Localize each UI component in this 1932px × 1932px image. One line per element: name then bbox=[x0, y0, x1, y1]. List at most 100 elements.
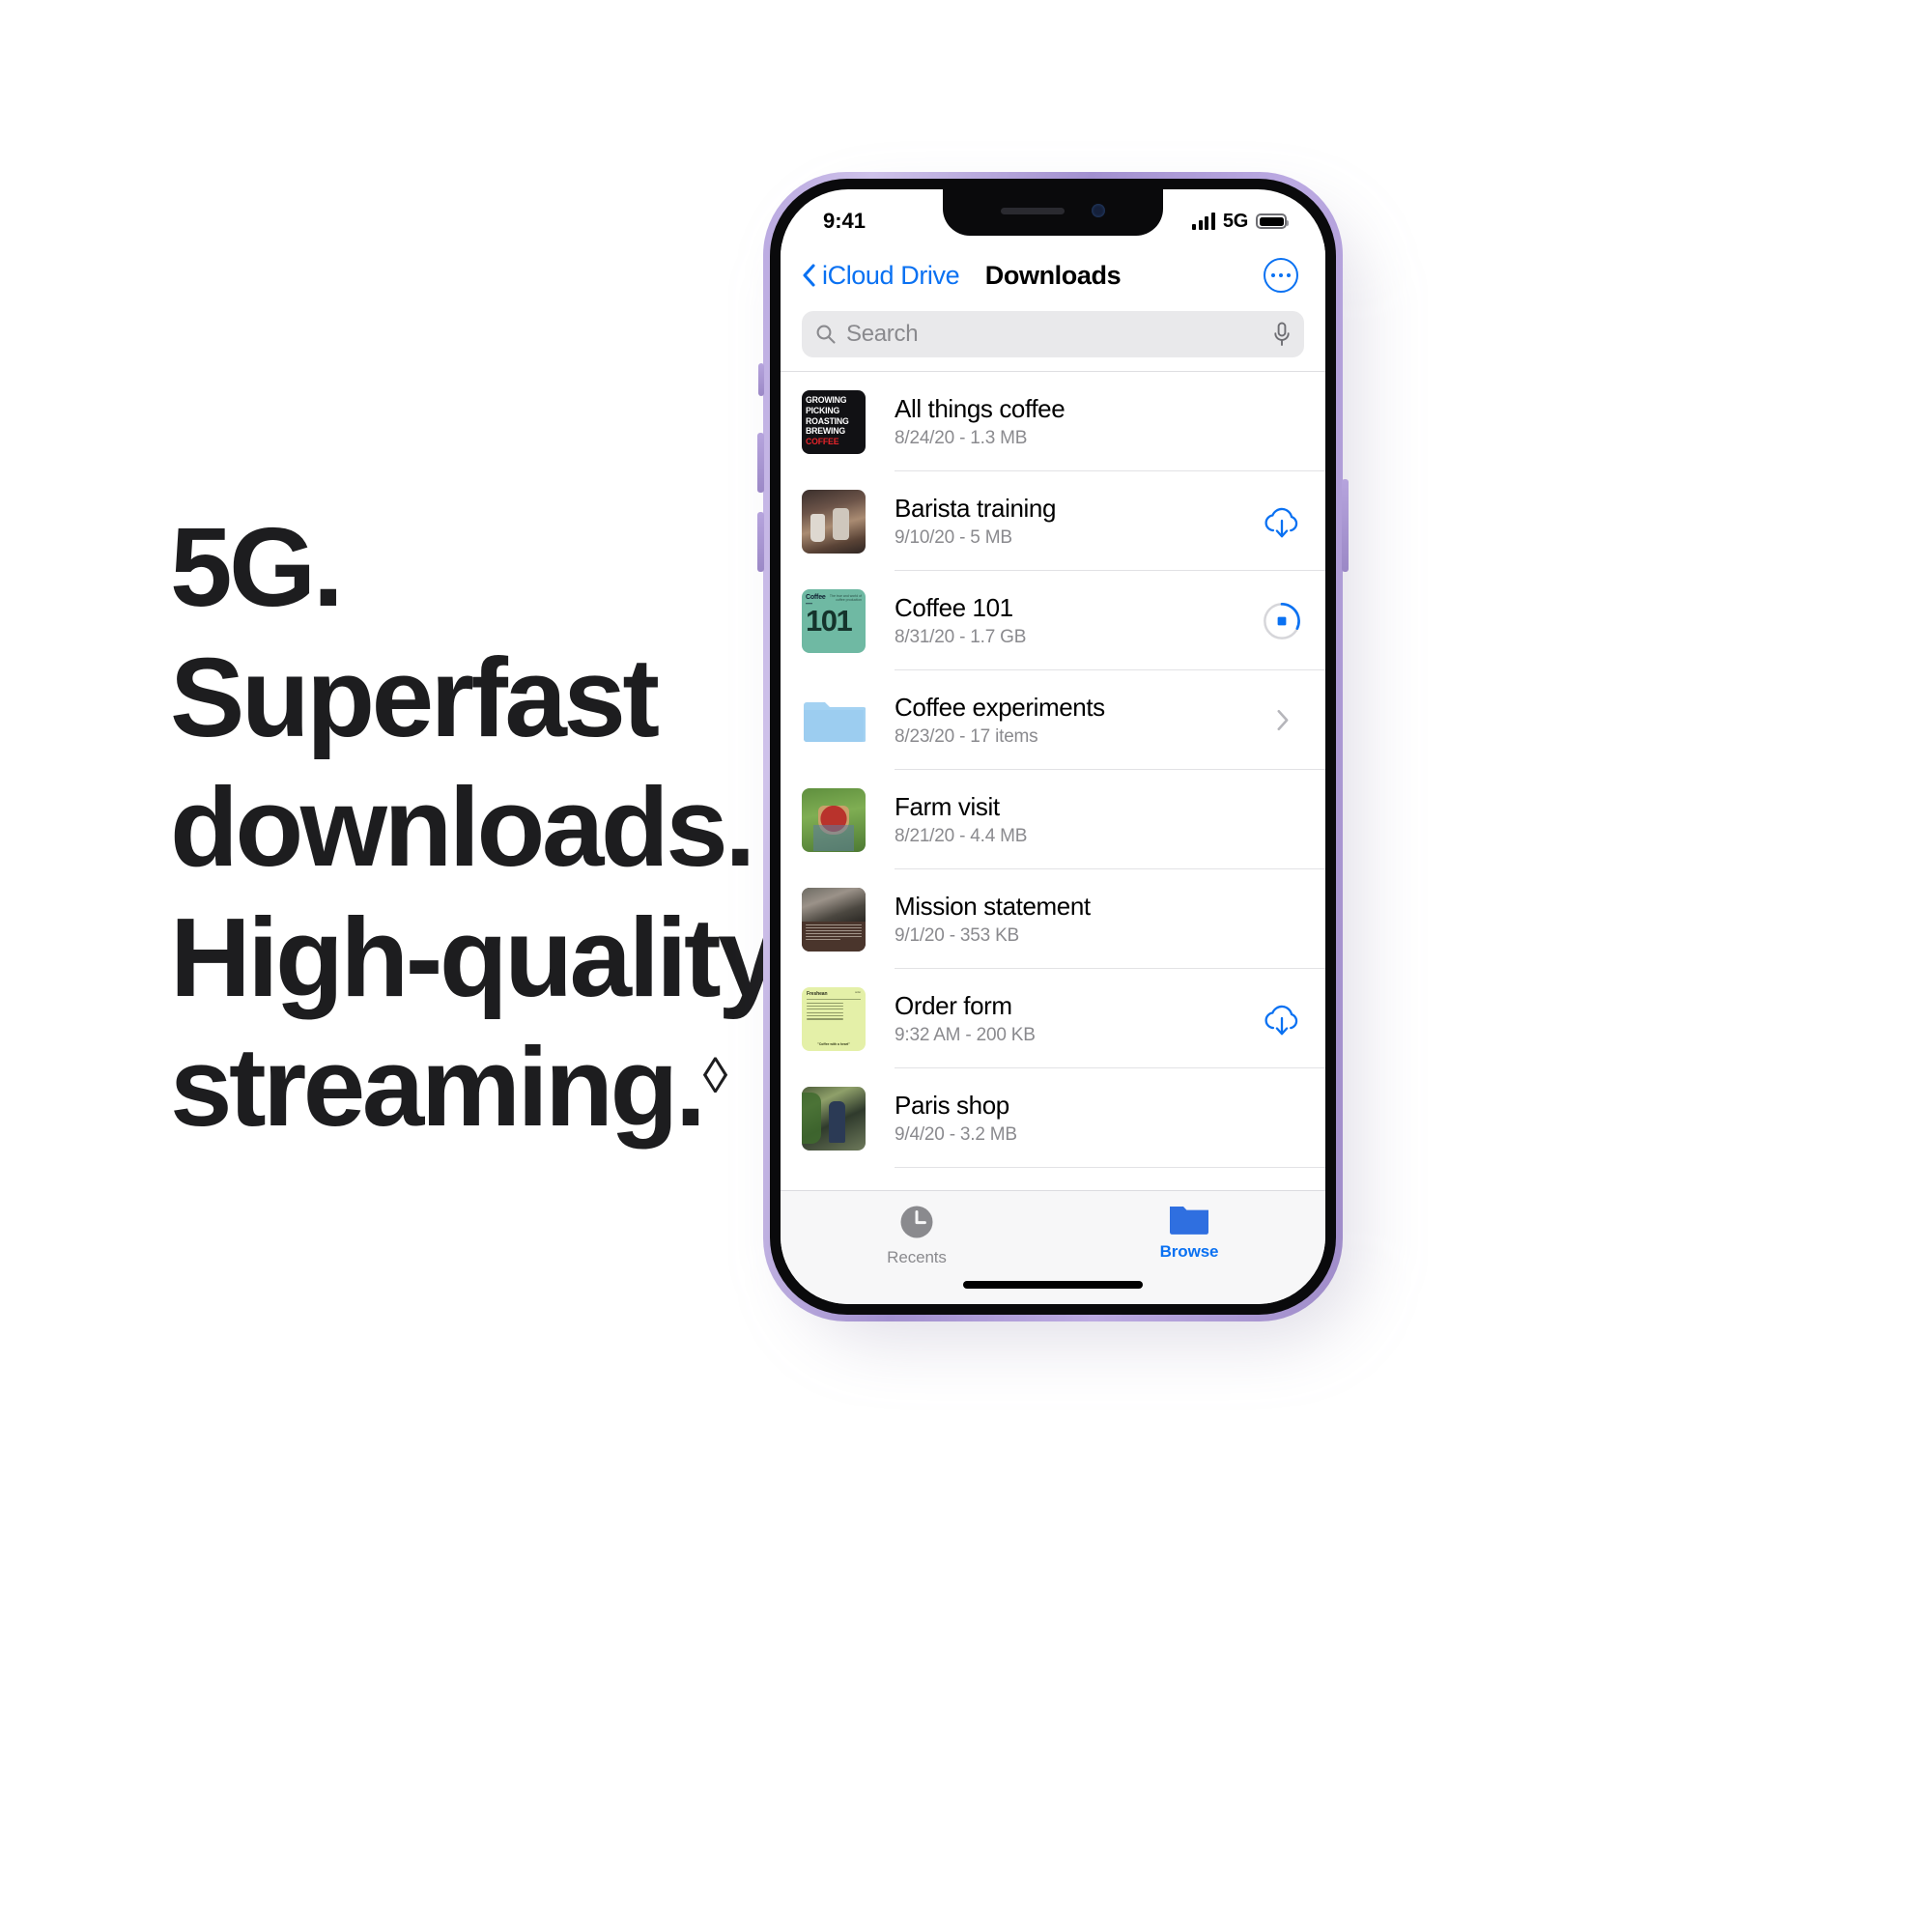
list-item[interactable]: Coffee — The true and world of coffee pr… bbox=[781, 571, 1325, 670]
file-name: Mission statement bbox=[895, 891, 1091, 921]
chevron-right-icon[interactable] bbox=[1276, 709, 1289, 731]
magnifier-icon bbox=[816, 325, 836, 344]
thumb-line: BREWING bbox=[806, 426, 845, 438]
status-indicators: 5G bbox=[1192, 210, 1289, 233]
page-title: Downloads bbox=[984, 260, 1122, 290]
thumbnail-photo-barista bbox=[802, 489, 866, 554]
thumbnail-photo-farm-basket bbox=[802, 787, 866, 852]
volume-up-button[interactable] bbox=[757, 433, 764, 493]
list-item[interactable]: Paris shop 9/4/20 - 3.2 MB bbox=[781, 1068, 1325, 1168]
thumbnail-doc-mission bbox=[802, 887, 866, 952]
search-input[interactable]: Search bbox=[802, 311, 1304, 357]
power-button[interactable] bbox=[1342, 479, 1349, 572]
list-item[interactable]: Mission statement 9/1/20 - 353 KB bbox=[781, 869, 1325, 969]
network-type-label: 5G bbox=[1222, 210, 1248, 232]
iphone-mockup: 9:41 5G iCloud Drive Downloads Search GR… bbox=[757, 172, 1358, 1341]
file-meta: 9:32 AM - 200 KB bbox=[895, 1025, 1036, 1046]
list-item[interactable]: Barista training 9/10/20 - 5 MB bbox=[781, 471, 1325, 571]
file-list[interactable]: GROWING PICKING ROASTING BREWING COFFEE … bbox=[781, 371, 1325, 1190]
file-meta: 8/24/20 - 1.3 MB bbox=[895, 428, 1028, 449]
file-meta: 9/1/20 - 353 KB bbox=[895, 925, 1020, 947]
search-placeholder: Search bbox=[846, 321, 919, 347]
thumbnail-cover-coffee-101: Coffee — The true and world of coffee pr… bbox=[802, 588, 866, 653]
thumb-line: The true and world of coffee production bbox=[829, 593, 862, 602]
list-item[interactable]: GROWING PICKING ROASTING BREWING COFFEE … bbox=[781, 372, 1325, 471]
thumb-line: GROWING bbox=[806, 394, 847, 406]
thumbnail-folder-icon bbox=[802, 1186, 866, 1191]
folder-icon bbox=[802, 1186, 866, 1191]
cloud-download-icon[interactable] bbox=[1262, 501, 1302, 542]
folder-icon bbox=[804, 701, 866, 742]
thumb-line: ROASTING bbox=[806, 415, 849, 427]
row-accessory[interactable] bbox=[1246, 709, 1318, 731]
phone-screen: 9:41 5G iCloud Drive Downloads Search GR… bbox=[781, 189, 1325, 1304]
list-item-text: Coffee experiments 8/23/20 - 17 items bbox=[895, 693, 1246, 749]
microphone-icon[interactable] bbox=[1273, 322, 1291, 347]
thumbnail-photo-paris-shop bbox=[802, 1086, 866, 1151]
file-meta: 9/4/20 - 3.2 MB bbox=[895, 1124, 1017, 1146]
status-bar: 9:41 5G bbox=[781, 189, 1325, 243]
file-name: Farm visit bbox=[895, 791, 1000, 821]
search-area: Search bbox=[781, 307, 1325, 371]
list-item-text: Order form 9:32 AM - 200 KB bbox=[895, 991, 1246, 1047]
thumb-photo bbox=[802, 887, 866, 923]
file-name: Paris shop bbox=[895, 1090, 1009, 1120]
ellipsis-dot bbox=[1270, 272, 1276, 278]
tab-recents[interactable]: Recents bbox=[781, 1203, 1053, 1267]
thumb-line: PICKING bbox=[806, 405, 840, 416]
list-item-text: Farm visit 8/21/20 - 4.4 MB bbox=[895, 792, 1246, 848]
cloud-download-icon[interactable] bbox=[1262, 999, 1302, 1039]
row-accessory[interactable] bbox=[1246, 601, 1318, 641]
phone-frame: 9:41 5G iCloud Drive Downloads Search GR… bbox=[757, 172, 1349, 1321]
home-indicator[interactable] bbox=[963, 1281, 1143, 1289]
thumbnail-poster-coffee-words: GROWING PICKING ROASTING BREWING COFFEE bbox=[802, 389, 866, 454]
file-meta: 8/31/20 - 1.7 GB bbox=[895, 627, 1027, 648]
navigation-bar: iCloud Drive Downloads bbox=[781, 243, 1325, 307]
list-item-text: All things coffee 8/24/20 - 1.3 MB bbox=[895, 394, 1246, 450]
status-time: 9:41 bbox=[823, 209, 867, 233]
folder-icon bbox=[1170, 1207, 1208, 1235]
file-name: Order form bbox=[895, 990, 1012, 1020]
thumb-footer: "Coffee with a heart" bbox=[817, 1041, 850, 1046]
more-options-button[interactable] bbox=[1264, 258, 1298, 293]
thumbnail-folder-icon bbox=[802, 689, 866, 753]
battery-full-icon bbox=[1256, 213, 1289, 229]
file-name: Coffee experiments bbox=[895, 692, 1105, 722]
file-name: Barista training bbox=[895, 493, 1057, 523]
row-accessory[interactable] bbox=[1246, 999, 1318, 1039]
thumbnail-doc-order-form: Freshean order "Coffee with a heart" bbox=[802, 986, 866, 1051]
list-item[interactable]: Farm visit 8/21/20 - 4.4 MB bbox=[781, 770, 1325, 869]
list-item-text: Barista training 9/10/20 - 5 MB bbox=[895, 494, 1246, 550]
list-item[interactable]: Tasting & events 9/3/20 - 11 items bbox=[781, 1168, 1325, 1191]
thumb-textlines bbox=[802, 922, 866, 952]
thumb-line: Freshean bbox=[807, 990, 828, 997]
thumb-line: COFFEE bbox=[806, 437, 839, 448]
phone-bezel: 9:41 5G iCloud Drive Downloads Search GR… bbox=[770, 179, 1336, 1315]
list-item[interactable]: Freshean order "Coffee with a heart" Orde… bbox=[781, 969, 1325, 1068]
file-name: All things coffee bbox=[895, 393, 1065, 423]
list-item-text: Coffee 101 8/31/20 - 1.7 GB bbox=[895, 593, 1246, 649]
mute-switch[interactable] bbox=[758, 363, 764, 396]
list-item-text: Paris shop 9/4/20 - 3.2 MB bbox=[895, 1091, 1246, 1147]
volume-down-button[interactable] bbox=[757, 512, 764, 572]
footnote-marker-icon: ◊ bbox=[702, 1048, 728, 1105]
download-progress-stop-icon[interactable] bbox=[1262, 601, 1302, 641]
thumb-line: 101 bbox=[806, 603, 853, 638]
file-meta: 9/10/20 - 5 MB bbox=[895, 527, 1012, 549]
list-item-text: Mission statement 9/1/20 - 353 KB bbox=[895, 892, 1246, 948]
chevron-left-icon bbox=[803, 264, 815, 287]
headline-line-5-text: streaming. bbox=[170, 1024, 706, 1151]
tab-browse-label: Browse bbox=[1159, 1242, 1219, 1261]
back-button[interactable]: iCloud Drive bbox=[802, 260, 960, 291]
file-meta: 8/21/20 - 4.4 MB bbox=[895, 826, 1028, 847]
tab-browse[interactable]: Browse bbox=[1053, 1203, 1325, 1262]
list-item[interactable]: Coffee experiments 8/23/20 - 17 items bbox=[781, 670, 1325, 770]
cellular-bars-icon bbox=[1192, 213, 1215, 230]
row-accessory[interactable] bbox=[1246, 501, 1318, 542]
thumb-rows bbox=[807, 1000, 861, 1042]
thumb-header: Freshean order bbox=[807, 991, 861, 1000]
file-name: Coffee 101 bbox=[895, 592, 1013, 622]
file-meta: 8/23/20 - 17 items bbox=[895, 726, 1038, 748]
back-button-label: iCloud Drive bbox=[822, 260, 960, 290]
tab-recents-label: Recents bbox=[887, 1248, 947, 1266]
